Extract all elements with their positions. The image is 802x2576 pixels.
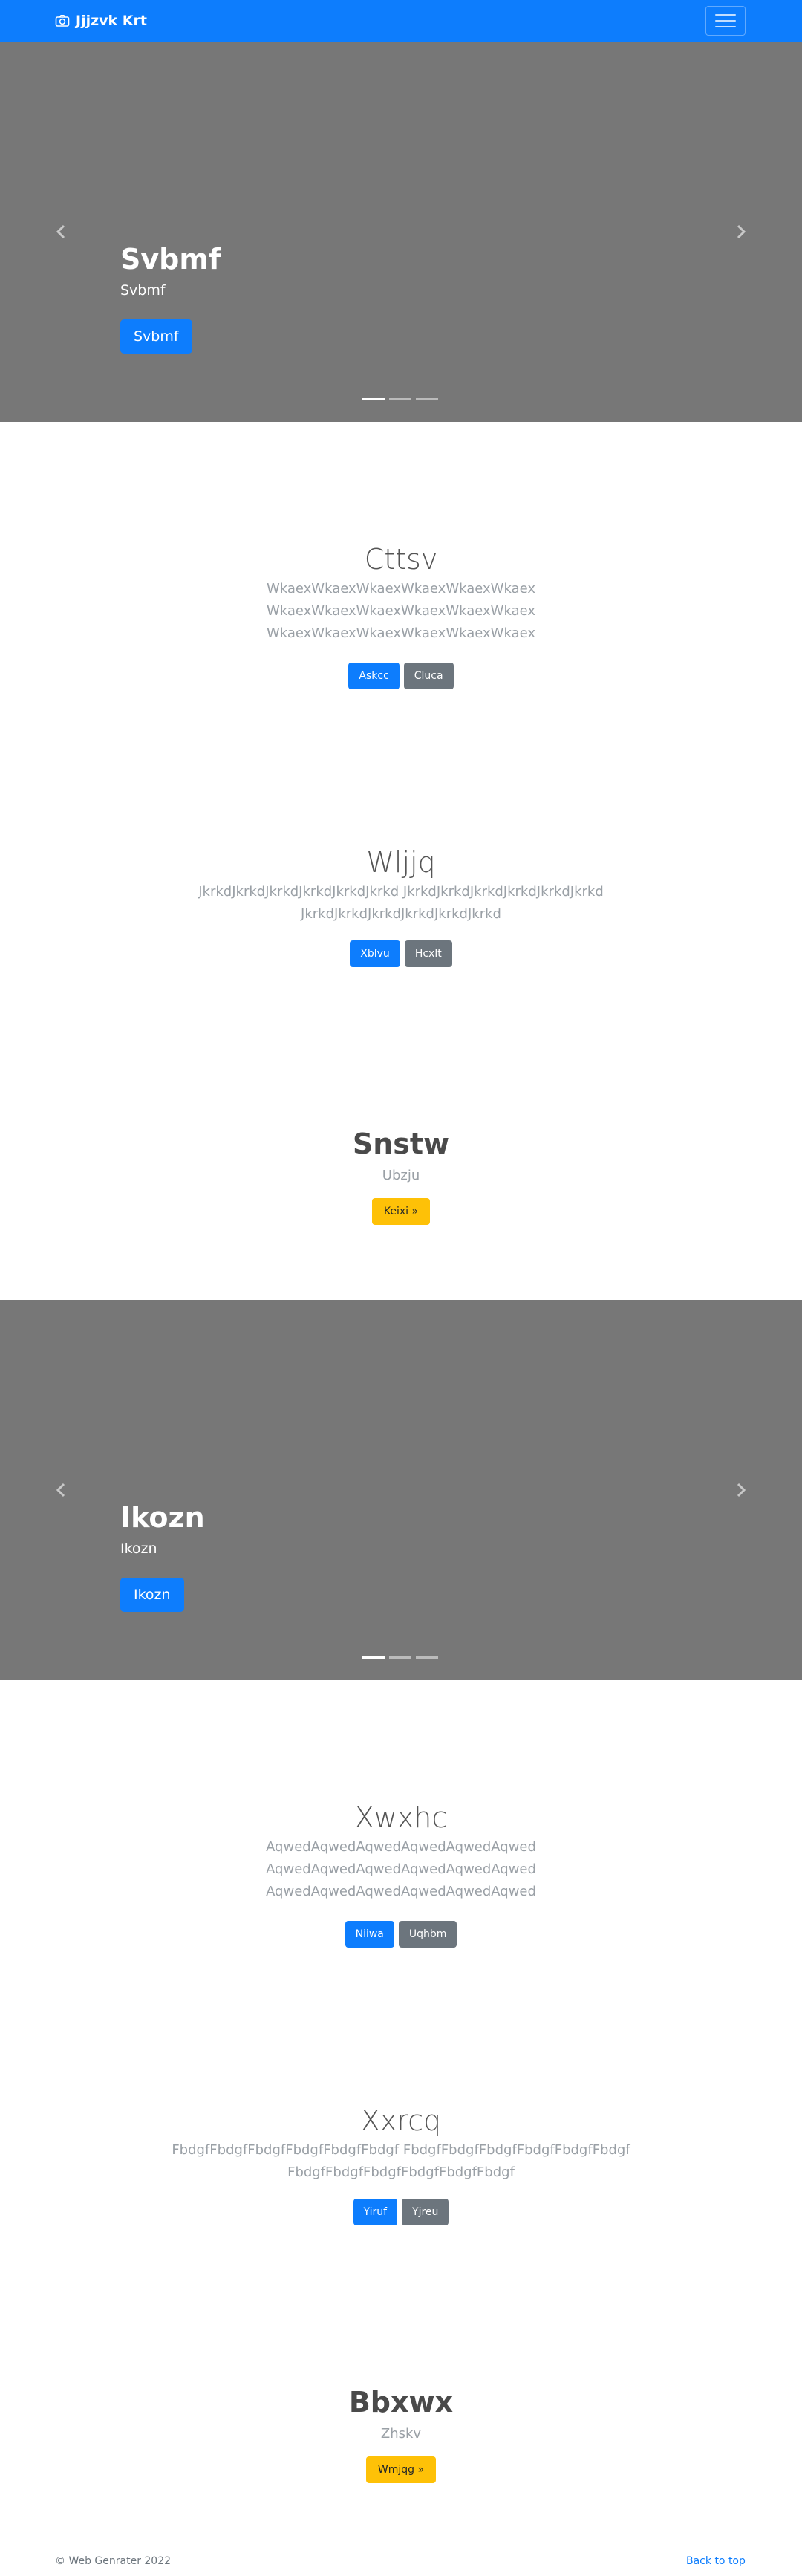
carousel-prev-button[interactable] — [52, 223, 70, 241]
secondary-button[interactable]: Cluca — [403, 663, 454, 689]
carousel-cta-button[interactable]: Svbmf — [120, 319, 192, 354]
carousel-indicator[interactable] — [362, 398, 385, 400]
section-title: Xxrcq — [360, 2104, 442, 2137]
camera-icon — [55, 14, 70, 27]
hamburger-menu-icon — [715, 14, 736, 16]
section-title: Xwxhc — [354, 1801, 448, 1834]
section-text: Zhskv — [380, 2426, 422, 2442]
more-button[interactable]: Wmjqg » — [365, 2456, 437, 2483]
carousel-indicators — [362, 398, 438, 400]
secondary-button[interactable]: Uqhbm — [398, 1921, 457, 1948]
hero-carousel: Svbmf Svbmf Svbmf — [0, 42, 802, 422]
carousel-title: Ikozn — [120, 1501, 205, 1534]
carousel-caption: Ikozn Ikozn Ikozn — [120, 1500, 205, 1612]
secondary-button[interactable]: Yjreu — [402, 2199, 449, 2225]
section-text-line: WkaexWkaexWkaexWkaexWkaexWkaex — [266, 603, 536, 619]
carousel-title: Svbmf — [120, 243, 221, 276]
hamburger-menu-icon-bar — [715, 26, 736, 27]
section-title: Bbxwx — [348, 2386, 454, 2419]
primary-button[interactable]: Askcc — [348, 663, 400, 689]
feature-section: Cttsv WkaexWkaexWkaexWkaexWkaexWkaex Wka… — [0, 542, 802, 689]
hero-carousel: Ikozn Ikozn Ikozn — [0, 1300, 802, 1680]
chevron-left-icon — [56, 224, 65, 239]
carousel-caption: Svbmf Svbmf Svbmf — [120, 242, 221, 354]
chevron-right-icon — [737, 224, 746, 239]
navbar-toggler-button[interactable] — [705, 6, 746, 36]
section-text-line: FbdgfFbdgfFbdgfFbdgfFbdgfFbdgf — [287, 2164, 515, 2180]
primary-button[interactable]: Xblvu — [350, 940, 400, 967]
section-text-line: AqwedAqwedAqwedAqwedAqwedAqwed — [266, 1861, 536, 1877]
section-title: Cttsv — [364, 543, 438, 576]
jumbotron-section: Snstw Ubzju Keixi » — [0, 1127, 802, 1225]
carousel-indicator[interactable] — [416, 398, 438, 400]
navbar: Jjjzvk Krt — [0, 0, 802, 42]
feature-section: Wljjq JkrkdJkrkdJkrkdJkrkdJkrkdJkrkd Jkr… — [0, 845, 802, 967]
chevron-left-icon — [56, 1483, 65, 1497]
primary-button[interactable]: Niiwa — [345, 1921, 394, 1948]
feature-section: Xwxhc AqwedAqwedAqwedAqwedAqwedAqwed Aqw… — [0, 1801, 802, 1948]
section-text-line: AqwedAqwedAqwedAqwedAqwedAqwed — [266, 1839, 536, 1855]
carousel-indicator[interactable] — [416, 1656, 438, 1659]
section-text-line: WkaexWkaexWkaexWkaexWkaexWkaex — [266, 625, 536, 641]
carousel-cta-button[interactable]: Ikozn — [120, 1578, 184, 1612]
hamburger-menu-icon-bar — [715, 20, 736, 22]
brand-name: Jjjzvk Krt — [76, 13, 147, 29]
carousel-indicator[interactable] — [389, 1656, 411, 1659]
chevron-right-icon — [737, 1483, 746, 1497]
carousel-prev-button[interactable] — [52, 1481, 70, 1499]
primary-button[interactable]: Yiruf — [353, 2199, 398, 2225]
jumbotron-section: Bbxwx Zhskv Wmjqg » — [0, 2385, 802, 2483]
section-title: Snstw — [352, 1128, 450, 1160]
navbar-brand[interactable]: Jjjzvk Krt — [55, 10, 147, 31]
section-text-line: JkrkdJkrkdJkrkdJkrkdJkrkdJkrkd JkrkdJkrk… — [198, 884, 604, 900]
carousel-next-button[interactable] — [732, 223, 750, 241]
carousel-indicators — [362, 1656, 438, 1659]
feature-section: Xxrcq FbdgfFbdgfFbdgfFbdgfFbdgfFbdgf Fbd… — [0, 2104, 802, 2225]
section-title: Wljjq — [366, 846, 436, 879]
carousel-indicator[interactable] — [362, 1656, 385, 1659]
carousel-subtitle: Ikozn — [120, 1541, 157, 1557]
section-text-line: AqwedAqwedAqwedAqwedAqwedAqwed — [266, 1884, 536, 1899]
section-text-line: JkrkdJkrkdJkrkdJkrkdJkrkdJkrkd — [301, 906, 501, 922]
section-text: Ubzju — [382, 1168, 420, 1183]
section-text-line: WkaexWkaexWkaexWkaexWkaexWkaex — [266, 581, 536, 596]
back-to-top-link[interactable]: Back to top — [686, 2555, 746, 2567]
copyright-text: © Web Genrater 2022 — [55, 2555, 172, 2567]
carousel-indicator[interactable] — [389, 398, 411, 400]
carousel-subtitle: Svbmf — [120, 282, 166, 299]
carousel-next-button[interactable] — [732, 1481, 750, 1499]
section-text-line: FbdgfFbdgfFbdgfFbdgfFbdgfFbdgf FbdgfFbdg… — [172, 2142, 630, 2158]
footer: © Web Genrater 2022 Back to top — [0, 2555, 802, 2576]
secondary-button[interactable]: Hcxlt — [404, 940, 452, 967]
more-button[interactable]: Keixi » — [371, 1198, 431, 1225]
